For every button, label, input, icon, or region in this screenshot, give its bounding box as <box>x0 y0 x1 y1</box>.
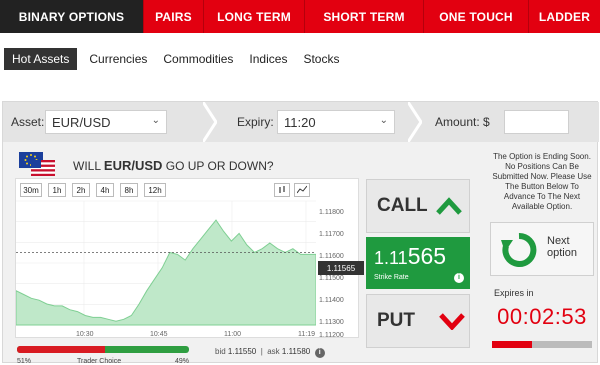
tab-binary-options[interactable]: BINARY OPTIONS <box>0 0 144 33</box>
trader-choice-right-pct: 49% <box>175 358 190 365</box>
info-icon[interactable]: i <box>454 273 464 283</box>
trader-choice-bar <box>17 346 189 353</box>
bid-ask-readout: bid 1.11550 | ask 1.11580 i <box>215 347 325 358</box>
eur-usd-flag-icon <box>19 152 55 176</box>
ask-label: ask <box>267 347 280 356</box>
y-tick: 1.11700 <box>319 231 344 238</box>
x-tick: 10:45 <box>150 331 168 338</box>
amount-input[interactable] <box>504 110 569 134</box>
price-area <box>16 219 316 326</box>
prediction-question: WILL EUR/USD GO UP OR DOWN? <box>73 158 274 173</box>
subtab-indices[interactable]: Indices <box>241 48 295 70</box>
countdown-progress <box>492 341 592 348</box>
separator-arrow-icon <box>203 102 217 142</box>
amount-label: Amount: $ <box>435 115 490 129</box>
arrow-up-icon <box>435 197 462 215</box>
y-tick: 1.11500 <box>319 275 344 282</box>
price-area-plot <box>16 200 316 326</box>
strike-label: Strike Rate <box>374 274 409 281</box>
asset-select-value: EUR/USD <box>52 114 111 130</box>
countdown-progress-fill <box>492 341 532 348</box>
expiry-select[interactable]: 11:20 ⌄ <box>277 110 395 134</box>
question-suffix: GO UP OR DOWN? <box>162 159 274 173</box>
option-ending-notice: The Option is Ending Soon. No Positions … <box>492 152 592 211</box>
refresh-icon <box>501 232 537 267</box>
strike-value: 1.11565 <box>374 243 446 270</box>
call-button[interactable]: CALL <box>366 179 470 233</box>
asset-select[interactable]: EUR/USD ⌄ <box>45 110 167 134</box>
trader-choice-label: Trader Choice <box>77 358 122 365</box>
chevron-down-icon: ⌄ <box>379 115 388 126</box>
bid-label: bid <box>215 347 226 356</box>
ask-value: 1.11580 <box>281 347 311 356</box>
y-tick: 1.11200 <box>319 332 344 339</box>
option-status: The Option is Ending Soon. No Positions … <box>488 152 596 348</box>
product-tabs: BINARY OPTIONS PAIRS LONG TERM SHORT TER… <box>0 0 600 33</box>
call-label: CALL <box>377 195 428 216</box>
price-chart: 30m 1h 2h 4h 8h 12h 1.11800 1.11700 1.11… <box>15 178 359 339</box>
question-prefix: WILL <box>73 159 104 173</box>
arrow-down-icon <box>439 313 465 330</box>
put-button[interactable]: PUT <box>366 294 470 348</box>
strike-value-prefix: 1.11 <box>374 248 408 268</box>
trade-settings-bar: Asset: EUR/USD ⌄ Expiry: 11:20 ⌄ Amount:… <box>3 102 599 142</box>
y-tick: 1.11600 <box>319 253 344 260</box>
put-label: PUT <box>377 310 415 331</box>
expiry-label: Expiry: <box>237 115 274 129</box>
tab-pairs[interactable]: PAIRS <box>144 0 204 33</box>
y-tick: 1.11400 <box>319 297 344 304</box>
tab-short-term[interactable]: SHORT TERM <box>305 0 424 33</box>
asset-label: Asset: <box>11 115 45 129</box>
trader-choice-call-fill <box>17 346 105 353</box>
y-tick: 1.11800 <box>319 209 344 216</box>
subtab-commodities[interactable]: Commodities <box>155 48 241 70</box>
separator-arrow-icon <box>408 102 422 142</box>
strike-rate-box: 1.11565 Strike Rate i <box>366 237 470 289</box>
info-icon[interactable]: i <box>314 348 325 358</box>
next-option-button[interactable]: Next option <box>490 222 594 276</box>
trading-panel: Asset: EUR/USD ⌄ Expiry: 11:20 ⌄ Amount:… <box>2 101 599 365</box>
expiry-select-value: 11:20 <box>284 114 316 130</box>
question-asset: EUR/USD <box>103 158 163 173</box>
subtab-stocks[interactable]: Stocks <box>295 48 347 70</box>
subtab-hot-assets[interactable]: Hot Assets <box>4 48 78 70</box>
current-price-tag: 1.11565 <box>318 261 364 275</box>
bid-value: 1.11550 <box>227 347 257 356</box>
tab-one-touch[interactable]: ONE TOUCH <box>424 0 529 33</box>
trader-choice-left-pct: 51% <box>17 358 32 365</box>
chevron-down-icon: ⌄ <box>151 115 160 126</box>
tab-ladder[interactable]: LADDER <box>529 0 600 33</box>
x-tick: 10:30 <box>76 331 94 338</box>
strike-value-suffix: 565 <box>407 243 447 269</box>
asset-category-tabs: Hot Assets Currencies Commodities Indice… <box>0 47 347 71</box>
y-tick: 1.11300 <box>319 319 344 326</box>
subtab-currencies[interactable]: Currencies <box>81 48 155 70</box>
next-option-label: Next option <box>547 235 577 259</box>
tab-long-term[interactable]: LONG TERM <box>204 0 305 33</box>
countdown-timer: 00:02:53 <box>497 304 587 329</box>
expires-label: Expires in <box>494 288 534 298</box>
x-tick: 11:19 <box>298 331 315 338</box>
x-tick: 11:00 <box>224 331 241 338</box>
chart-section: WILL EUR/USD GO UP OR DOWN? 30m 1h 2h 4h… <box>15 150 364 365</box>
